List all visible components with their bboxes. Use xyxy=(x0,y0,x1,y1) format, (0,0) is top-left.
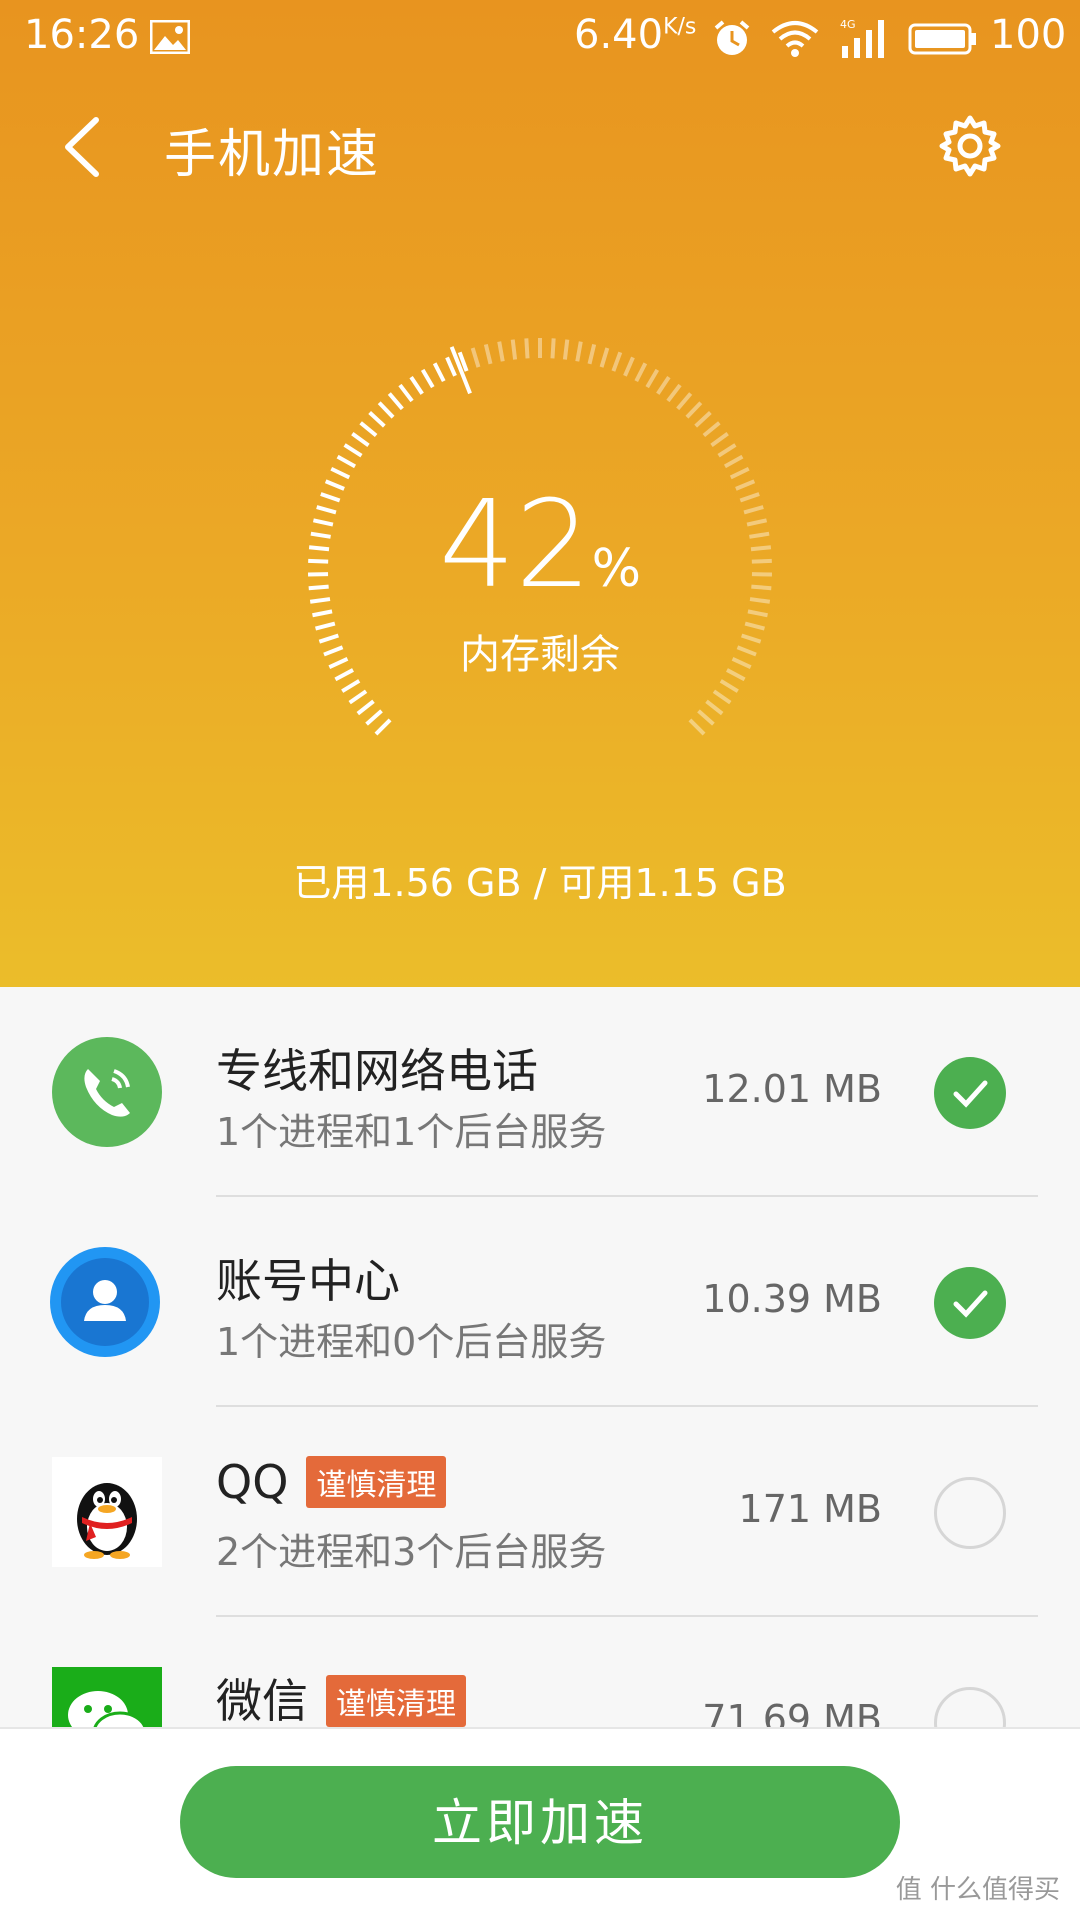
status-time: 16:26 xyxy=(24,12,139,58)
gauge-tick xyxy=(435,363,444,381)
select-checkbox[interactable] xyxy=(934,1057,1006,1129)
gauge-tick xyxy=(678,394,691,409)
percent-value: 42 xyxy=(439,476,592,615)
checkmark-icon xyxy=(934,1267,1006,1339)
gauge-tick xyxy=(687,403,701,417)
back-arrow-icon[interactable] xyxy=(56,112,106,182)
percent-unit: % xyxy=(592,539,641,599)
gauge-tick xyxy=(552,338,553,358)
gauge-tick xyxy=(706,701,722,713)
gauge-tick xyxy=(367,711,382,724)
gauge-tick xyxy=(690,720,704,734)
select-checkbox[interactable] xyxy=(934,1687,1006,1727)
gauge-tick xyxy=(647,370,657,387)
list-item[interactable]: 账号中心 1个进程和0个后台服务 10.39 MB xyxy=(0,1197,1080,1407)
battery-level: 100 xyxy=(990,12,1066,58)
gauge-tick xyxy=(613,352,620,371)
app-process-detail: 1个进程和0个后台服务 xyxy=(216,1311,606,1366)
app-list: 专线和网络电话 1个进程和1个后台服务 12.01 MB 账号中心 1个进程和0… xyxy=(0,987,1080,1727)
checkmark-icon xyxy=(934,1057,1006,1129)
app-name: 专线和网络电话 xyxy=(216,1035,538,1101)
gauge-tick xyxy=(370,413,385,427)
gauge-tick xyxy=(499,342,503,362)
gauge-tick xyxy=(565,340,567,360)
gauge-tick xyxy=(636,363,645,381)
gauge-tick xyxy=(338,457,355,467)
gauge-tick xyxy=(698,711,713,724)
gauge-tick xyxy=(389,394,402,409)
memory-percent: 42% xyxy=(0,476,1080,615)
select-checkbox[interactable] xyxy=(934,1267,1006,1339)
memory-hero: 16:26 6.40K/s 4G xyxy=(0,0,1080,987)
gauge-tick xyxy=(423,370,433,387)
gauge-tick xyxy=(486,344,491,363)
app-memory-size: 171 MB xyxy=(739,1487,882,1531)
app-name: 账号中心 xyxy=(216,1245,400,1311)
gear-icon[interactable] xyxy=(938,114,1002,178)
gauge-tick xyxy=(352,434,368,446)
list-item[interactable]: 专线和网络电话 1个进程和1个后台服务 12.01 MB xyxy=(0,987,1080,1197)
net-speed: 6.40K/s xyxy=(574,12,696,58)
gauge-tick xyxy=(345,445,362,456)
alarm-icon xyxy=(712,18,752,58)
gauge-tick xyxy=(625,357,633,375)
image-icon xyxy=(150,20,190,54)
app-process-detail: 1个进程和1个后台服务 xyxy=(216,1101,606,1156)
network-type-text: 4G xyxy=(840,18,856,31)
memory-label: 内存剩余 xyxy=(0,622,1080,680)
gauge-tick xyxy=(358,701,374,713)
gauge-tick xyxy=(668,385,680,401)
status-bar: 16:26 6.40K/s 4G xyxy=(0,0,1080,76)
gauge-tick xyxy=(361,423,376,436)
account-icon xyxy=(50,1247,160,1357)
gauge-tick xyxy=(725,457,742,467)
gauge-tick xyxy=(400,385,412,401)
app-memory-size: 10.39 MB xyxy=(702,1277,882,1321)
watermark: 值 什么值得买 xyxy=(896,1869,1060,1906)
gauge-tick xyxy=(714,691,730,702)
gauge-tick xyxy=(712,434,728,446)
app-name: 微信谨慎清理 xyxy=(216,1665,466,1727)
select-checkbox[interactable] xyxy=(934,1477,1006,1549)
signal-icon: 4G xyxy=(838,16,894,60)
gauge-tick xyxy=(379,403,393,417)
gauge-tick xyxy=(721,681,738,691)
gauge-tick xyxy=(350,691,366,702)
gauge-tick xyxy=(376,720,390,734)
gauge-tick xyxy=(411,377,422,394)
gauge-tick xyxy=(589,344,594,363)
battery-icon xyxy=(908,22,978,56)
gauge-tick xyxy=(447,357,455,375)
gauge-tick xyxy=(526,338,527,358)
caution-tag: 谨慎清理 xyxy=(306,1456,446,1508)
page-title: 手机加速 xyxy=(164,112,380,187)
wechat-icon xyxy=(52,1667,162,1727)
app-name: QQ谨慎清理 xyxy=(216,1455,446,1512)
app-memory-size: 71.69 MB xyxy=(702,1697,882,1727)
gauge-tick xyxy=(719,445,736,456)
gauge-tick xyxy=(658,377,669,394)
gauge-tick xyxy=(473,348,479,367)
gauge-tick xyxy=(704,423,719,436)
list-item[interactable]: QQ谨慎清理 2个进程和3个后台服务 171 MB xyxy=(0,1407,1080,1617)
caution-tag: 谨慎清理 xyxy=(326,1675,466,1727)
memory-usage-text: 已用1.56 GB / 可用1.15 GB xyxy=(0,852,1080,907)
phone-icon xyxy=(52,1037,162,1147)
app-memory-size: 12.01 MB xyxy=(702,1067,882,1111)
app-process-detail: 2个进程和3个后台服务 xyxy=(216,1521,606,1576)
wifi-icon xyxy=(770,18,820,58)
gauge-tick xyxy=(342,681,359,691)
list-item[interactable]: 微信谨慎清理 71.69 MB xyxy=(0,1617,1080,1727)
qq-penguin-icon xyxy=(52,1457,162,1567)
gauge-tick xyxy=(696,413,711,427)
boost-now-button[interactable]: 立即加速 xyxy=(180,1766,900,1878)
bottom-action-bar: 立即加速 值 什么值得买 xyxy=(0,1727,1080,1922)
gauge-tick xyxy=(577,342,581,362)
gauge-tick xyxy=(513,340,515,360)
gauge-tick xyxy=(602,348,608,367)
